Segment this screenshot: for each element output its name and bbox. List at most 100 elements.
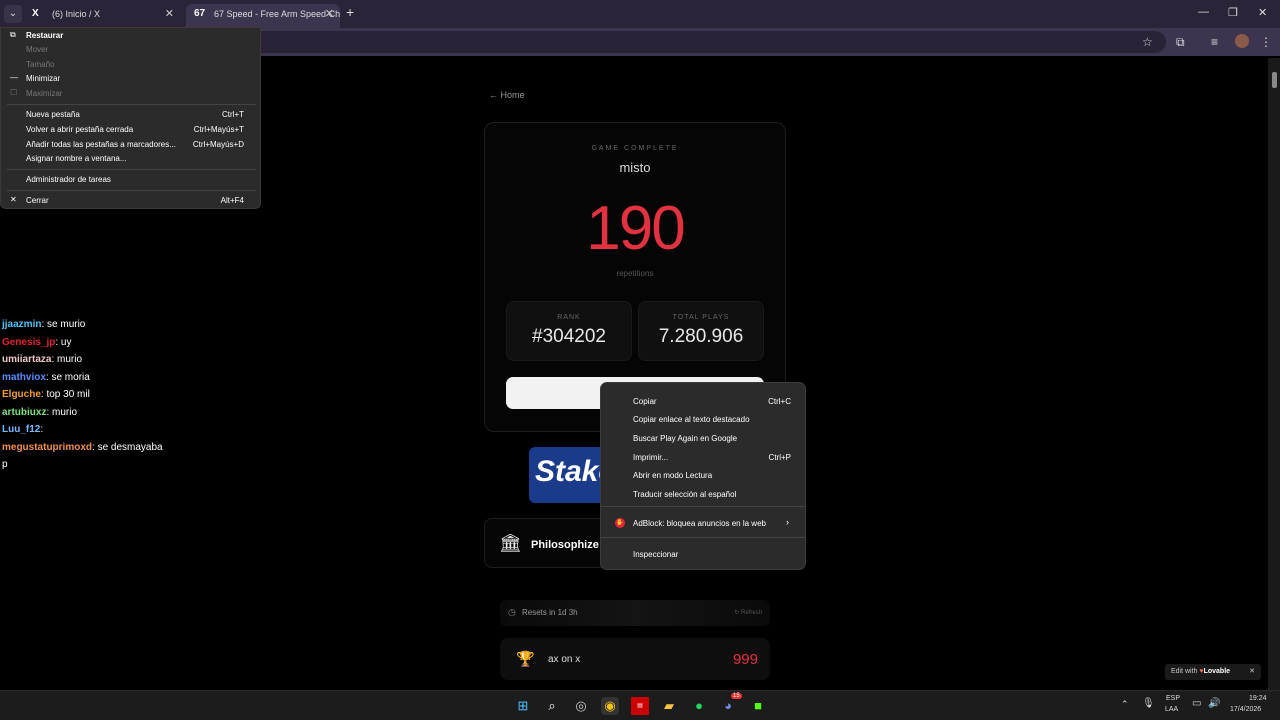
app-icon[interactable]: ◎ (572, 697, 590, 715)
tab-67-speed[interactable]: 67 67 Speed - Free Arm Speed Ch ✕ (186, 4, 340, 28)
menu-item-tamano[interactable]: Tamaño (1, 58, 260, 72)
lovable-close-icon[interactable]: ✕ (1249, 664, 1255, 680)
chat-message: megustatuprimoxd: se desmayaba (2, 439, 163, 457)
lovable-badge[interactable]: Edit with ♥Lovable ✕ (1165, 664, 1261, 680)
microphone-icon[interactable]: 🎙 (1142, 698, 1155, 709)
menu-separator (7, 190, 256, 191)
adblock-icon: ✋ (615, 518, 625, 528)
rank-label: RANK (557, 314, 581, 321)
menu-item-reabrir-pestana[interactable]: Volver a abrir pestaña cerrada Ctrl+Mayú… (1, 123, 260, 137)
extensions-icon[interactable]: ⧉ (1176, 35, 1185, 50)
chat-username: Genesis_jp (2, 336, 56, 348)
ctx-item-imprimir[interactable]: Imprimir... Ctrl+P (601, 449, 805, 465)
ctx-item-label: Copiar enlace al texto destacado (633, 415, 750, 424)
chat-text: uy (58, 336, 72, 348)
menu-item-label: Asignar nombre a ventana... (26, 154, 127, 163)
lovable-brand: Lovable (1203, 668, 1231, 675)
new-tab-button[interactable]: + (346, 4, 354, 20)
chat-username: Elguche (2, 389, 41, 400)
menu-item-label: Tamaño (26, 60, 55, 69)
tab-x-inicio[interactable]: X (6) Inicio / X ✕ (24, 4, 180, 28)
close-icon: ✕ (10, 195, 17, 204)
file-explorer-icon[interactable]: ▰ (660, 697, 678, 715)
news-app-icon[interactable]: ▤ (631, 697, 649, 715)
discord-icon[interactable]: ◕ (719, 697, 737, 715)
menu-item-maximizar[interactable]: ☐ Maximizar (1, 87, 260, 101)
ctx-separator (601, 506, 805, 507)
ctx-item-buscar-google[interactable]: Buscar Play Again en Google (601, 430, 805, 446)
chat-username: umiiartaza (2, 354, 52, 365)
ctx-item-modo-lectura[interactable]: Abrir en modo Lectura (601, 467, 805, 483)
home-link[interactable]: ← Home (489, 90, 525, 100)
stake-ad-banner[interactable]: Stake (529, 447, 609, 503)
chat-username: megustatuprimoxd (2, 441, 93, 453)
chat-message: Genesis_jp: uy (2, 334, 163, 352)
close-tab-icon[interactable]: ✕ (325, 4, 334, 24)
ctx-item-label: AdBlock: bloquea anuncios en la web (633, 519, 766, 528)
menu-item-anadir-marcadores[interactable]: Añadir todas las pestañas a marcadores..… (1, 138, 260, 152)
chrome-icon[interactable]: ◉ (601, 697, 619, 715)
search-icon[interactable]: ⌕ (543, 697, 561, 715)
ctx-item-label: Imprimir... (633, 453, 669, 462)
tray-chevron-icon[interactable]: ⌃ (1121, 699, 1129, 710)
ctx-item-copiar-enlace[interactable]: Copiar enlace al texto destacado (601, 411, 805, 427)
profile-avatar[interactable] (1235, 34, 1249, 48)
stake-logo: Stake (535, 455, 609, 488)
tab-title: (6) Inicio / X (52, 9, 101, 19)
tab-title: 67 Speed - Free Arm Speed Ch (214, 9, 340, 19)
media-control-icon[interactable]: ≡ (1211, 35, 1218, 49)
ctx-item-traducir[interactable]: Traducir selección al español (601, 486, 805, 502)
window-system-menu: ⧉ Restaurar Mover Tamaño — Minimizar ☐ M… (0, 27, 261, 209)
tab-search-button[interactable]: ⌄ (4, 5, 22, 23)
network-icon[interactable]: ▭ (1192, 698, 1201, 709)
windows-start-icon[interactable]: ⊞ (514, 697, 532, 715)
maximize-window-button[interactable]: ❐ (1228, 6, 1238, 19)
kick-icon[interactable]: ■ (749, 697, 767, 715)
close-window-button[interactable]: ✕ (1258, 6, 1267, 19)
menu-item-administrador-tareas[interactable]: Administrador de tareas (1, 173, 260, 187)
menu-item-nueva-pestana[interactable]: Nueva pestaña Ctrl+T (1, 108, 260, 122)
resets-text: Resets in 1d 3h (522, 608, 578, 617)
bank-building-icon: 🏛 (499, 533, 522, 553)
close-tab-icon[interactable]: ✕ (165, 4, 174, 24)
ctx-item-adblock[interactable]: ✋ AdBlock: bloquea anuncios en la web › (601, 515, 805, 531)
windows-taskbar: ⊞ ⌕ ◎ ◉ ▤ ▰ ● ◕ 15 ■ ⌃ 🎙 ESP LAA ▭ 🔊 19:… (0, 690, 1280, 720)
rank-box: RANK #304202 (506, 301, 632, 361)
ctx-item-shortcut: Ctrl+P (768, 453, 791, 462)
bookmark-star-icon[interactable]: ☆ (1142, 35, 1153, 49)
ctx-item-label: Abrir en modo Lectura (633, 471, 713, 480)
menu-item-minimizar[interactable]: — Minimizar (1, 72, 260, 86)
player-name: misto (619, 160, 651, 175)
menu-item-shortcut: Ctrl+T (222, 110, 244, 119)
score-unit: repetitions (616, 269, 654, 278)
menu-item-shortcut: Ctrl+Mayús+T (193, 125, 244, 134)
refresh-button[interactable]: ↻ Refresh (734, 609, 762, 616)
language-indicator[interactable]: ESP (1166, 695, 1180, 702)
discord-badge: 15 (731, 693, 742, 699)
rank-value: #304202 (532, 326, 606, 347)
minimize-window-button[interactable]: — (1198, 6, 1209, 18)
menu-item-cerrar[interactable]: ✕ Cerrar Alt+F4 (1, 194, 260, 208)
menu-item-label: Mover (26, 45, 49, 54)
ctx-item-inspeccionar[interactable]: Inspeccionar (601, 546, 805, 562)
clock-date: 17/4/2026 (1230, 706, 1262, 713)
ctx-item-copiar[interactable]: Copiar Ctrl+C (601, 393, 805, 409)
clock-time[interactable]: 19:24 (1249, 695, 1267, 702)
refresh-label: Refresh (740, 610, 762, 616)
menu-item-asignar-nombre[interactable]: Asignar nombre a ventana... (1, 152, 260, 166)
address-bar[interactable] (250, 31, 1166, 53)
volume-icon[interactable]: 🔊 (1208, 698, 1220, 709)
chat-username: artubiuxz (2, 406, 47, 418)
resets-bar: ◷ Resets in 1d 3h ↻ Refresh (500, 600, 770, 626)
chat-message: umiiartaza: murio (2, 351, 163, 369)
scrollbar[interactable] (1268, 58, 1280, 690)
menu-item-restaurar[interactable]: ⧉ Restaurar (1, 29, 260, 43)
ctx-item-label: Copiar (633, 397, 657, 406)
menu-item-shortcut: Alt+F4 (220, 196, 244, 205)
spotify-icon[interactable]: ● (690, 697, 708, 715)
scrollbar-thumb[interactable] (1272, 72, 1277, 88)
menu-kebab-icon[interactable]: ⋮ (1260, 35, 1272, 49)
chat-message: Elguche: top 30 mil (2, 386, 163, 404)
menu-item-mover[interactable]: Mover (1, 43, 260, 57)
chat-message: artubiuxz: murio (2, 404, 163, 422)
